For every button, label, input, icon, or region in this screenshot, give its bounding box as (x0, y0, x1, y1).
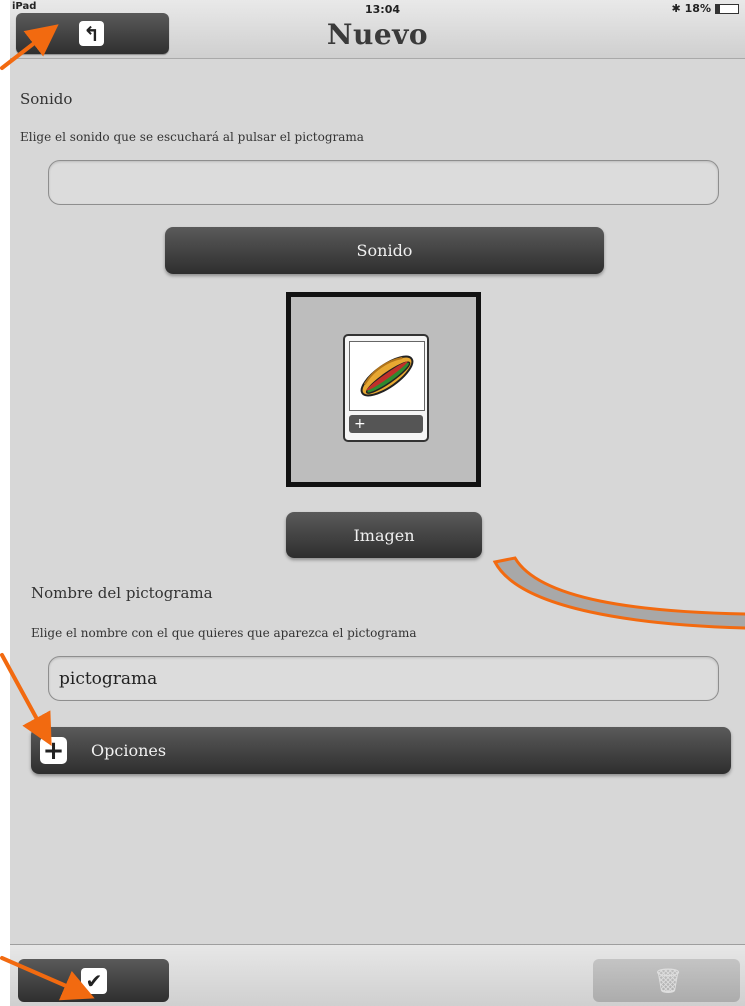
options-button[interactable]: + Opciones (31, 727, 731, 774)
pictogram-card: + (343, 334, 429, 442)
battery-percent: 18% (684, 2, 711, 15)
checkmark-icon: ✔ (81, 968, 107, 994)
add-glyph: + (354, 416, 366, 432)
trash-icon: 🗑 (653, 967, 684, 995)
top-bar: iPad 13:04 ✱ 18% Nuevo ↰ (10, 0, 745, 59)
app-screen: iPad 13:04 ✱ 18% Nuevo ↰ Sonido Elige el… (10, 0, 745, 1006)
pictogram-preview: + (286, 292, 481, 487)
bottom-bar: ✔ 🗑 (10, 944, 745, 1006)
sound-field[interactable] (48, 160, 719, 205)
back-button[interactable]: ↰ (16, 13, 169, 54)
plus-icon: + (40, 737, 67, 764)
status-indicators: ✱ 18% (671, 2, 739, 15)
sound-section-title: Sonido (20, 90, 73, 108)
image-button[interactable]: Imagen (286, 512, 482, 558)
name-field[interactable]: pictograma (48, 656, 719, 701)
options-label: Opciones (91, 741, 167, 760)
sound-button[interactable]: Sonido (165, 227, 604, 274)
name-section-description: Elige el nombre con el que quieres que a… (31, 626, 417, 640)
sound-section-description: Elige el sonido que se escuchará al puls… (20, 130, 364, 144)
battery-icon (715, 3, 739, 14)
undo-arrow-icon: ↰ (79, 21, 104, 46)
bluetooth-icon: ✱ (671, 2, 681, 15)
status-carrier: iPad (12, 1, 37, 12)
name-section-title: Nombre del pictograma (31, 584, 213, 602)
delete-button[interactable]: 🗑 (593, 959, 740, 1002)
add-sound-bar: + (349, 415, 423, 433)
status-time: 13:04 (365, 3, 401, 16)
confirm-button[interactable]: ✔ (18, 959, 169, 1002)
sandwich-icon (349, 341, 425, 411)
